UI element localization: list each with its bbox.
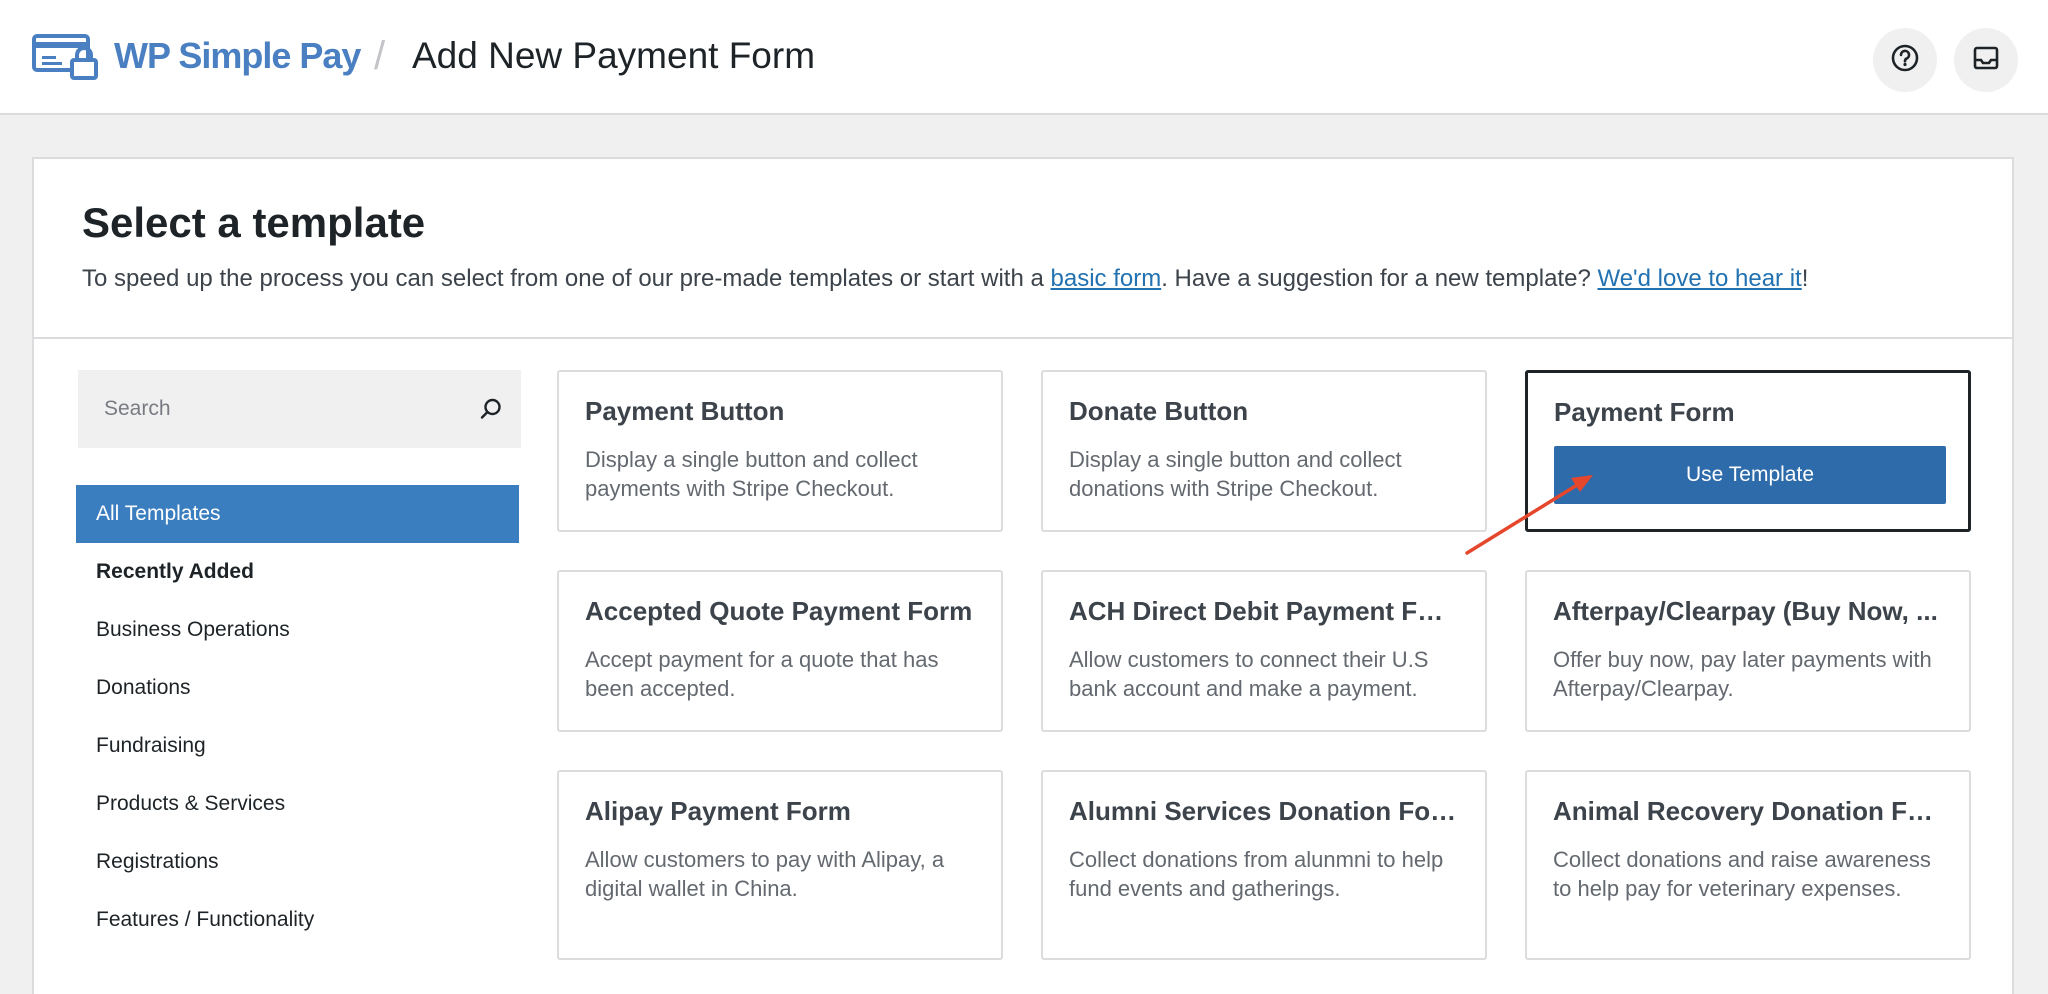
template-title: Alumni Services Donation Form xyxy=(1069,796,1459,826)
template-description: Accept payment for a quote that has been… xyxy=(585,647,939,701)
template-selector-panel: Select a template To speed up the proces… xyxy=(32,157,2014,994)
template-card[interactable]: Alumni Services Donation Form Collect do… xyxy=(1041,770,1487,960)
notifications-button[interactable] xyxy=(1954,28,2018,92)
help-button[interactable] xyxy=(1873,28,1937,92)
breadcrumb-separator: / xyxy=(374,34,386,78)
template-description: Collect donations and raise awareness to… xyxy=(1553,847,1931,901)
search-box xyxy=(78,370,521,448)
template-title: Donate Button xyxy=(1069,396,1249,426)
template-card[interactable]: ACH Direct Debit Payment Form Allow cust… xyxy=(1041,570,1487,732)
section-heading: Select a template xyxy=(82,199,426,246)
intro-section: Select a template To speed up the proces… xyxy=(34,159,2012,339)
template-card[interactable]: Afterpay/Clearpay (Buy Now, ... Offer bu… xyxy=(1525,570,1971,732)
template-title: Afterpay/Clearpay (Buy Now, ... xyxy=(1553,596,1938,626)
category-products-services[interactable]: Products & Services xyxy=(76,775,519,833)
template-title: Payment Button xyxy=(585,396,785,426)
template-description: Allow customers to connect their U.S ban… xyxy=(1069,647,1429,701)
category-all-templates[interactable]: All Templates xyxy=(76,485,519,543)
category-donations[interactable]: Donations xyxy=(76,659,519,717)
template-title: Alipay Payment Form xyxy=(585,796,851,826)
template-card[interactable]: Donate Button Display a single button an… xyxy=(1041,370,1487,532)
intro-text-start: To speed up the process you can select f… xyxy=(82,265,1051,292)
category-recently-added[interactable]: Recently Added xyxy=(76,543,519,601)
inbox-icon xyxy=(1971,43,2001,78)
brand[interactable]: WP Simple Pay xyxy=(32,32,361,80)
template-title: Payment Form xyxy=(1554,397,1735,427)
page-title: Add New Payment Form xyxy=(412,35,816,76)
category-list: All Templates Recently Added Business Op… xyxy=(76,485,519,949)
template-description: Allow customers to pay with Alipay, a di… xyxy=(585,847,945,901)
template-description: Offer buy now, pay later payments with A… xyxy=(1553,647,1932,701)
basic-form-link[interactable]: basic form xyxy=(1051,265,1162,292)
template-description: Display a single button and collect paym… xyxy=(585,447,918,501)
template-description: Display a single button and collect dona… xyxy=(1069,447,1402,501)
search-input[interactable] xyxy=(78,370,461,448)
help-icon xyxy=(1890,43,1920,78)
intro-text-end: ! xyxy=(1801,265,1809,292)
template-card[interactable]: Animal Recovery Donation Form Collect do… xyxy=(1525,770,1971,960)
category-fundraising[interactable]: Fundraising xyxy=(76,717,519,775)
wp-simple-pay-logo-icon xyxy=(32,32,100,80)
template-title: ACH Direct Debit Payment Form xyxy=(1069,596,1459,626)
category-registrations[interactable]: Registrations xyxy=(76,833,519,891)
category-features-functionality[interactable]: Features / Functionality xyxy=(76,891,519,949)
template-card[interactable]: Payment Button Display a single button a… xyxy=(557,370,1003,532)
template-title: Accepted Quote Payment Form xyxy=(585,596,973,626)
template-card-selected[interactable]: Payment Form Use Template xyxy=(1525,370,1971,532)
brand-name: WP Simple Pay xyxy=(114,35,361,76)
intro-text: To speed up the process you can select f… xyxy=(82,265,1808,293)
category-business-operations[interactable]: Business Operations xyxy=(76,601,519,659)
suggest-template-link[interactable]: We'd love to hear it xyxy=(1597,265,1801,292)
template-title: Animal Recovery Donation Form xyxy=(1553,796,1943,826)
template-description: Collect donations from alunmni to help f… xyxy=(1069,847,1444,901)
template-card[interactable]: Accepted Quote Payment Form Accept payme… xyxy=(557,570,1003,732)
intro-text-middle: . Have a suggestion for a new template? xyxy=(1161,265,1598,292)
search-icon[interactable] xyxy=(461,379,521,439)
use-template-button[interactable]: Use Template xyxy=(1554,446,1946,504)
top-bar: WP Simple Pay / Add New Payment Form xyxy=(0,0,2048,115)
template-card[interactable]: Alipay Payment Form Allow customers to p… xyxy=(557,770,1003,960)
